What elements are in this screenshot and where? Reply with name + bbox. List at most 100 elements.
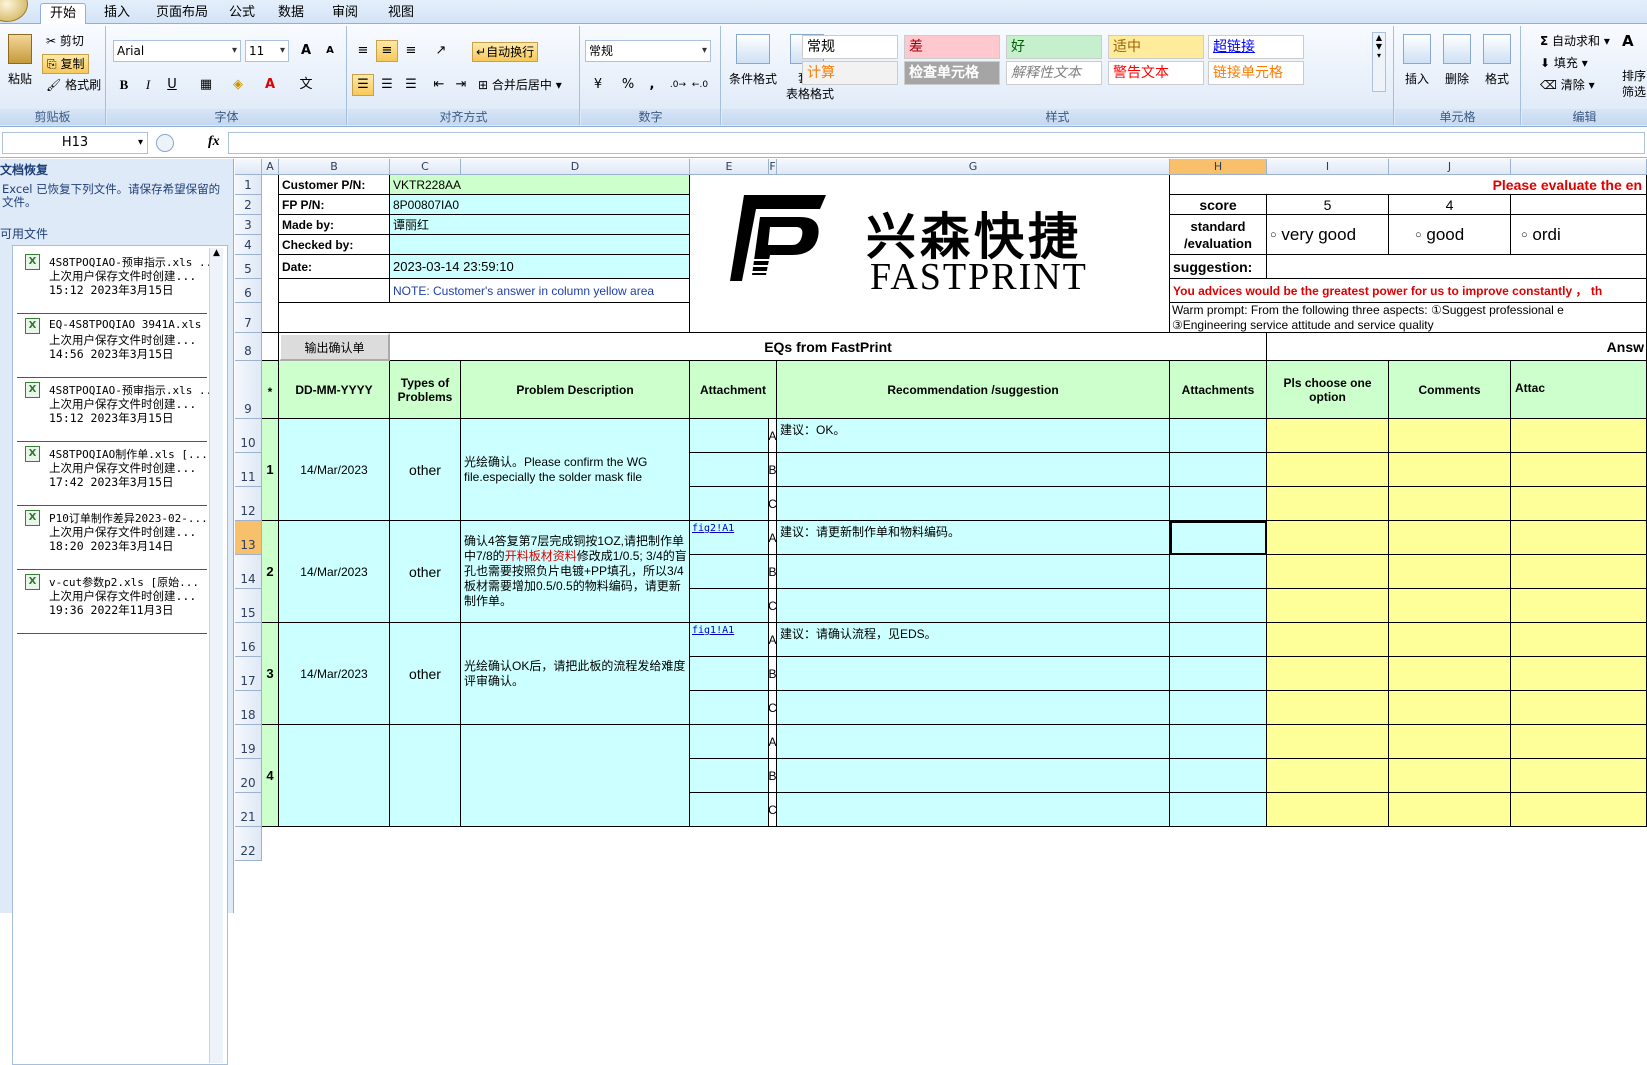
number-format-select[interactable]: 常规 [585,40,711,62]
selected-cell-h13[interactable] [1170,521,1267,555]
answer-comment-cell[interactable] [1389,419,1511,453]
option-letter[interactable]: B [769,657,777,691]
row-header[interactable]: 9 [235,361,262,419]
attachment-cell[interactable] [690,419,769,453]
sort-icon[interactable]: A [1622,32,1634,50]
eq-description[interactable]: 确认4答复第7层完成铜按1OZ,请把制作单中7/8的开料板材资料修改成1/0.5… [461,521,690,623]
eq-date[interactable]: 14/Mar/2023 [279,623,390,725]
increase-indent-icon[interactable]: ⇥ [450,74,472,96]
attachments-cell[interactable] [1170,589,1267,623]
attachments-cell[interactable] [1170,793,1267,827]
answer-comment-cell[interactable] [1389,453,1511,487]
row-header[interactable]: 6 [235,279,262,303]
attachments-cell[interactable] [1170,657,1267,691]
standard-label[interactable]: standard /evaluation [1170,215,1267,255]
attachments-cell[interactable] [1170,623,1267,657]
cut-button[interactable]: ✂ 剪切 [46,32,84,50]
wrap-text-button[interactable]: ↵自动换行 [472,42,539,62]
cell-style-4[interactable]: 超链接 [1208,35,1304,59]
evaluation-banner[interactable]: Please evaluate the en [1170,175,1647,195]
cell-style-5[interactable]: 计算 [802,61,898,85]
fill-button[interactable]: ⬇ 填充 ▾ [1540,54,1588,72]
answer-attachment-cell[interactable] [1511,759,1647,793]
format-cells-button[interactable]: 格式 [1485,70,1509,88]
scroll-up-icon[interactable]: ▲ [210,248,223,258]
option-letter[interactable]: A [769,419,777,453]
column-header[interactable]: H [1170,159,1267,175]
answer-comment-cell[interactable] [1389,521,1511,555]
name-box[interactable]: H13 ▾ [2,132,148,154]
checked-by-value[interactable] [390,235,690,255]
answer-comment-cell[interactable] [1389,793,1511,827]
output-confirm-button[interactable]: 输出确认单 [279,333,390,361]
attachments-cell[interactable] [1170,759,1267,793]
attachment-cell[interactable] [690,453,769,487]
align-bottom-icon[interactable]: ≡ [400,40,422,62]
answer-comment-cell[interactable] [1389,623,1511,657]
answer-option-cell[interactable] [1267,555,1389,589]
recommendation-cell[interactable]: 建议：请更新制作单和物料编码。 [777,521,1170,555]
customer-pn-label[interactable]: Customer P/N: [279,175,390,195]
row-header[interactable]: 18 [235,691,262,725]
score-4[interactable]: 4 [1389,195,1511,215]
bold-button[interactable]: B [113,74,135,96]
row-header[interactable]: 17 [235,657,262,691]
row-header[interactable]: 22 [235,827,262,861]
customer-note[interactable]: NOTE: Customer's answer in column yellow… [390,279,690,303]
formula-expand-icon[interactable] [156,134,174,152]
row-header[interactable]: 10 [235,419,262,453]
cell-style-6[interactable]: 检查单元格 [904,61,1000,85]
underline-button[interactable]: U [161,74,183,96]
header-recommendation[interactable]: Recommendation /suggestion [777,361,1170,419]
attachment-cell[interactable] [690,691,769,725]
answer-comment-cell[interactable] [1389,725,1511,759]
attachments-cell[interactable] [1170,691,1267,725]
attachments-cell[interactable] [1170,555,1267,589]
cell[interactable] [262,333,279,361]
recovery-file-item[interactable]: X 4S8TPOQIAO-预审指示.xls ... 上次用户保存文件时创建... 15… [17,378,209,442]
made-by-label[interactable]: Made by: [279,215,390,235]
row-header[interactable]: 19 [235,725,262,759]
currency-icon[interactable]: ¥ [587,74,609,96]
shrink-font-button[interactable]: A [319,40,341,62]
align-right-icon[interactable]: ☰ [400,74,422,96]
column-header[interactable]: A [262,159,279,175]
office-button[interactable] [0,0,28,22]
sort-filter-button[interactable]: 排序 筛选 [1622,68,1646,100]
attachment-link[interactable]: fig1!A1 [692,625,734,636]
column-header[interactable]: E [690,159,769,175]
answer-option-cell[interactable] [1267,623,1389,657]
decrease-decimal-icon[interactable]: ←.0 [689,74,711,96]
made-by-value[interactable]: 谭丽红 [390,215,690,235]
recommendation-cell[interactable]: 建议：请确认流程，见EDS。 [777,623,1170,657]
answer-comment-cell[interactable] [1389,555,1511,589]
answer-option-cell[interactable] [1267,759,1389,793]
option-letter[interactable]: C [769,793,777,827]
checked-by-label[interactable]: Checked by: [279,235,390,255]
option-letter[interactable]: A [769,725,777,759]
eq-section-title[interactable]: EQs from FastPrint [390,333,1267,361]
answer-option-cell[interactable] [1267,793,1389,827]
answer-attachment-cell[interactable] [1511,419,1647,453]
answer-option-cell[interactable] [1267,691,1389,725]
tab-home[interactable]: 开始 [40,3,86,24]
row-header[interactable]: 20 [235,759,262,793]
recommendation-cell[interactable] [777,759,1170,793]
paste-icon[interactable] [8,34,32,64]
column-header[interactable] [1511,159,1647,175]
option-letter[interactable]: B [769,555,777,589]
option-letter[interactable]: A [769,623,777,657]
tab-formulas[interactable]: 公式 [222,3,262,24]
answer-attachment-cell[interactable] [1511,589,1647,623]
column-header[interactable]: I [1267,159,1389,175]
eq-date[interactable]: 14/Mar/2023 [279,521,390,623]
font-color-icon[interactable]: A [259,74,281,96]
row-header[interactable]: 2 [235,195,262,215]
italic-button[interactable]: I [137,74,159,96]
eq-date[interactable]: 14/Mar/2023 [279,419,390,521]
delete-cells-button[interactable]: 删除 [1445,70,1469,88]
option-letter[interactable]: B [769,759,777,793]
answer-attachment-cell[interactable] [1511,657,1647,691]
eq-description[interactable] [461,725,690,827]
recommendation-cell[interactable] [777,657,1170,691]
